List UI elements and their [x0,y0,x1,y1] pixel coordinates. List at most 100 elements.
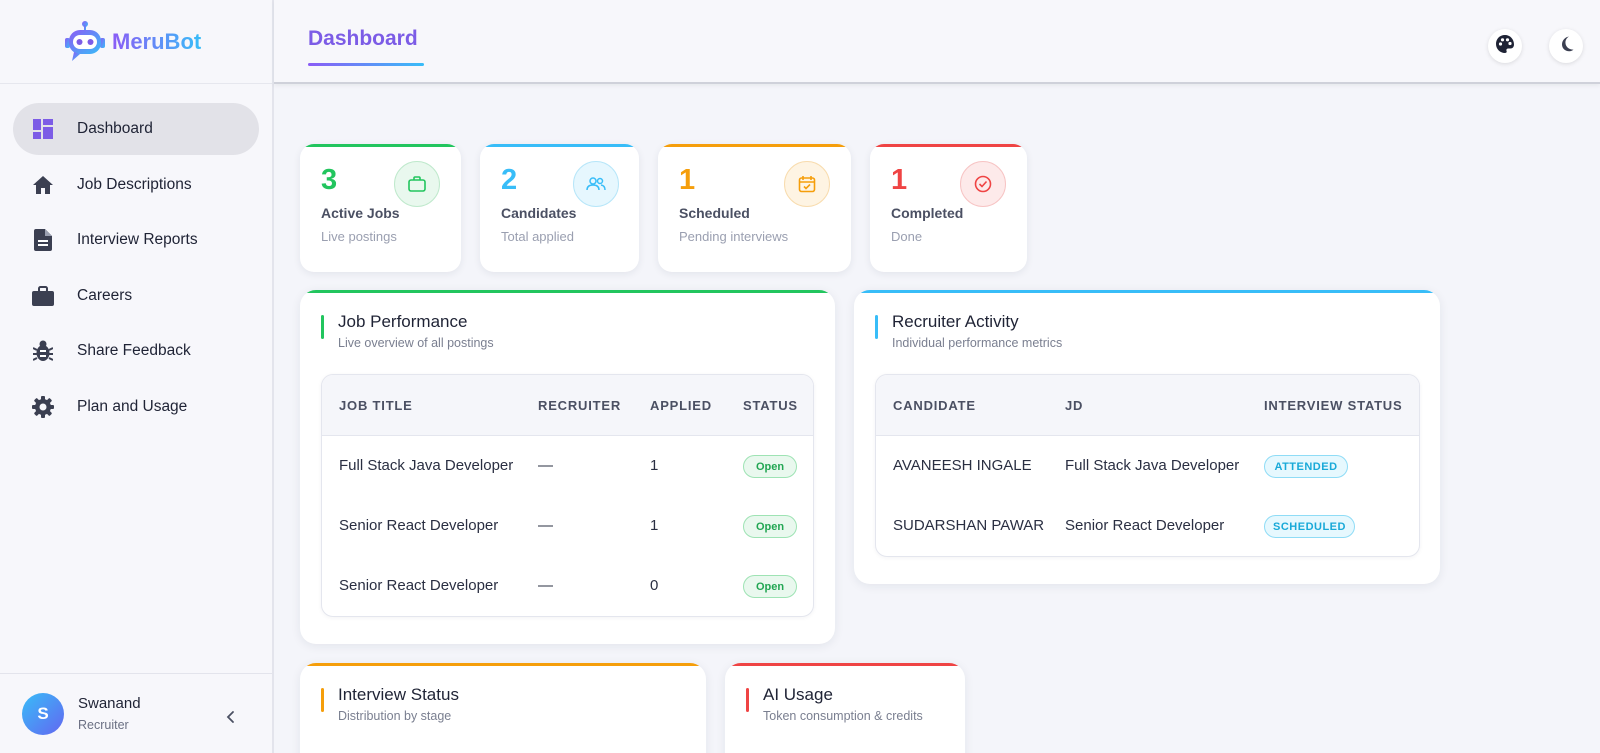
table-row[interactable]: AVANEESH INGALE Full Stack Java Develope… [876,436,1419,496]
sidebar-item-label: Job Descriptions [77,175,192,193]
users-icon [573,161,619,207]
stat-label: Active Jobs [321,205,400,221]
user-profile[interactable]: S Swanand Recruiter [0,673,272,753]
sidebar-item-careers[interactable]: Careers [13,270,259,322]
sidebar-item-job-descriptions[interactable]: Job Descriptions [13,159,259,211]
title-accent [321,688,324,712]
user-info: Swanand Recruiter [78,695,141,732]
table-row[interactable]: Senior React Developer — 0 Open [322,556,813,616]
bug-icon [32,340,54,362]
table-header: JOB TITLE RECRUITER APPLIED STATUS [322,375,813,436]
column-header[interactable]: INTERVIEW STATUS [1264,398,1402,413]
sidebar-item-interview-reports[interactable]: Interview Reports [13,214,259,266]
stat-card-candidates[interactable]: 2 Candidates Total applied [480,144,639,272]
dashboard-icon [32,118,54,140]
calendar-check-icon [784,161,830,207]
avatar: S [22,692,64,735]
chevron-left-icon[interactable] [224,710,238,724]
panel-accent-bar [725,663,965,666]
job-performance-panel: Job Performance Live overview of all pos… [300,290,835,644]
recruiter-cell: — [538,517,553,534]
stat-sublabel: Live postings [321,229,397,244]
jd-cell: Senior React Developer [1065,517,1225,534]
column-header[interactable]: JOB TITLE [339,398,413,413]
merubot-logo-icon [62,19,108,65]
title-accent [746,688,749,712]
jd-cell: Full Stack Java Developer [1065,457,1240,474]
column-header[interactable]: APPLIED [650,398,712,413]
home-icon [32,174,54,196]
status-badge: Open [743,575,797,598]
user-role: Recruiter [78,718,129,732]
table-header: CANDIDATE JD INTERVIEW STATUS [876,375,1419,436]
brand[interactable]: MeruBot [0,0,272,84]
panel-accent-bar [854,290,1440,293]
stat-value: 3 [321,164,338,196]
column-header[interactable]: JD [1065,398,1083,413]
status-badge: Open [743,515,797,538]
table-row[interactable]: SUDARSHAN PAWAR Senior React Developer S… [876,496,1419,556]
applied-cell: 1 [650,517,659,534]
job-title-cell: Full Stack Java Developer [339,457,514,474]
title-accent [875,315,878,339]
stat-card-active-jobs[interactable]: 3 Active Jobs Live postings [300,144,461,272]
sidebar-item-dashboard[interactable]: Dashboard [13,103,259,155]
card-accent-bar [658,144,851,147]
briefcase-icon [32,285,54,307]
stat-card-completed[interactable]: 1 Completed Done [870,144,1027,272]
panel-subtitle: Token consumption & credits [763,709,923,723]
interview-status-badge: ATTENDED [1264,455,1348,478]
sidebar-item-label: Interview Reports [77,231,198,248]
panel-title: AI Usage [763,685,833,704]
candidate-cell: SUDARSHAN PAWAR [893,517,1045,534]
card-accent-bar [480,144,639,147]
sidebar-item-share-feedback[interactable]: Share Feedback [13,325,259,377]
stat-sublabel: Total applied [501,229,574,244]
panel-subtitle: Individual performance metrics [892,336,1063,350]
sidebar-item-label: Share Feedback [77,342,191,359]
job-title-cell: Senior React Developer [339,517,499,534]
stat-card-scheduled[interactable]: 1 Scheduled Pending interviews [658,144,851,272]
column-header[interactable]: RECRUITER [538,398,621,413]
recruiter-activity-panel: Recruiter Activity Individual performanc… [854,290,1440,584]
recruiter-activity-table: CANDIDATE JD INTERVIEW STATUS AVANEESH I… [875,374,1420,557]
briefcase-icon [394,161,440,207]
status-badge: Open [743,455,797,478]
moon-icon [1557,35,1575,58]
recruiter-cell: — [538,457,553,474]
sidebar-nav: Dashboard Job Descriptions Interview Rep… [0,84,272,433]
brand-name: MeruBot [112,28,202,54]
stat-value: 1 [891,164,908,196]
column-header[interactable]: CANDIDATE [893,398,976,413]
recruiter-cell: — [538,577,553,594]
stat-sublabel: Pending interviews [679,229,789,244]
applied-cell: 1 [650,457,659,474]
panel-title: Recruiter Activity [892,312,1019,331]
document-icon [32,229,54,251]
job-performance-table: JOB TITLE RECRUITER APPLIED STATUS Full … [321,374,814,617]
sidebar-item-label: Plan and Usage [77,397,188,415]
panel-subtitle: Live overview of all postings [338,336,494,350]
title-accent [321,315,324,339]
check-circle-icon [960,161,1006,207]
user-name: Swanand [78,695,141,712]
theme-palette-button[interactable] [1488,29,1522,63]
panel-subtitle: Distribution by stage [338,709,452,723]
sidebar: MeruBot Dashboard Job Descriptions Inter… [0,0,274,753]
stat-label: Candidates [501,205,577,221]
stat-label: Completed [891,205,964,221]
palette-icon [1495,34,1515,59]
table-row[interactable]: Senior React Developer — 1 Open [322,496,813,556]
column-header[interactable]: STATUS [743,398,798,413]
table-row[interactable]: Full Stack Java Developer — 1 Open [322,436,813,496]
applied-cell: 0 [650,577,659,594]
dark-mode-toggle[interactable] [1549,29,1583,63]
sidebar-item-label: Careers [77,286,133,304]
panel-accent-bar [300,290,835,293]
panel-accent-bar [300,663,706,666]
interview-status-badge: SCHEDULED [1264,515,1355,538]
sidebar-item-plan-and-usage[interactable]: Plan and Usage [13,381,259,433]
active-tab-underline [308,63,424,66]
sidebar-item-label: Dashboard [77,120,153,137]
page-title[interactable]: Dashboard [308,27,418,51]
